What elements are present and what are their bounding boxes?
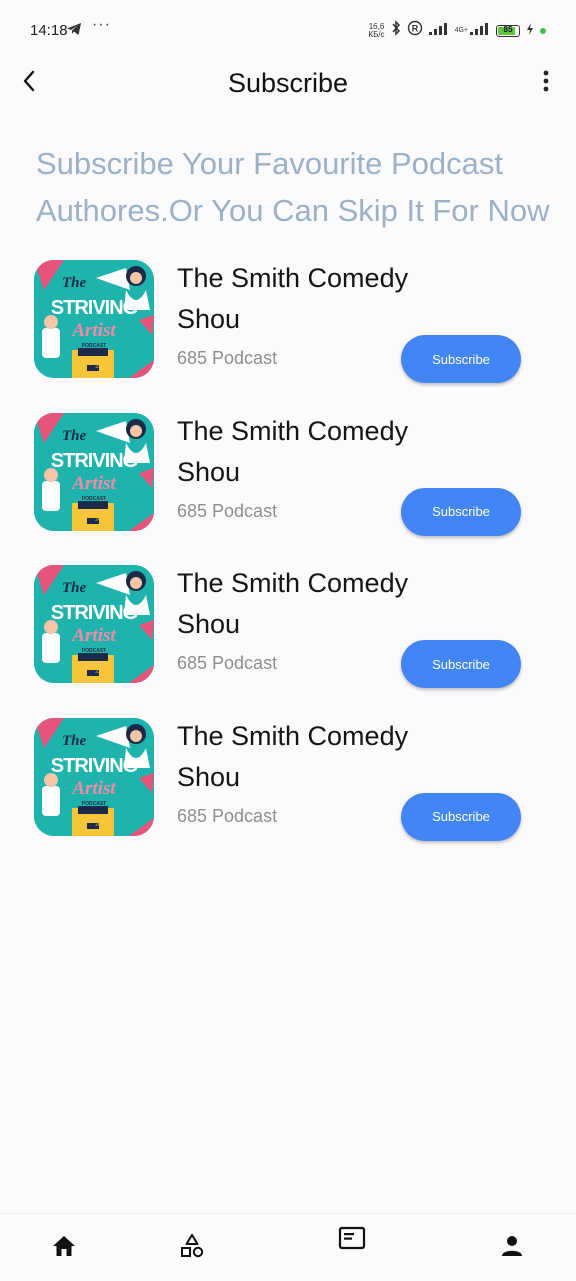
more-menu-button[interactable]: [534, 68, 558, 98]
podcast-cover-art: 23 The STRIVING Artist PODCAST: [34, 565, 154, 683]
cover-artist: Artist: [71, 320, 116, 341]
subscribe-button[interactable]: Subscribe: [401, 335, 521, 383]
podcast-cover-art: 24 The STRIVING Artist PODCAST: [34, 412, 154, 531]
net-speed: 16,6 КБ/с: [368, 22, 385, 39]
cover-podcast-label: PODCAST: [82, 648, 106, 654]
podcast-count: 685 Podcast: [177, 500, 278, 521]
podcast-cover-art: 23 The STRIVING Artist PODCAST: [34, 260, 154, 378]
home-icon: [52, 1235, 76, 1262]
cover-striving: STRIVING: [51, 602, 138, 624]
podcast-cover: 24 The STRIVING Artist PODCAST: [34, 717, 154, 836]
charging-icon: [526, 22, 534, 40]
podcast-cover-art: 24 The STRIVING Artist PODCAST: [34, 717, 154, 836]
subscribe-button[interactable]: Subscribe: [401, 640, 521, 688]
cover-episode: 24: [95, 517, 101, 523]
podcast-cover: 23 The STRIVING Artist PODCAST: [34, 260, 154, 378]
podcast-title-line-1: The Smith Comedy: [177, 263, 409, 293]
headline-line-1: Subscribe Your Favourite Podcast: [36, 146, 503, 181]
podcast-cover: 24 The STRIVING Artist PODCAST: [34, 412, 154, 531]
cover-episode: 23: [95, 669, 101, 675]
net-speed-unit: КБ/с: [368, 29, 385, 39]
cover-podcast-label: PODCAST: [82, 343, 106, 349]
cover-artist: Artist: [71, 473, 116, 494]
cover-the: The: [62, 733, 87, 749]
subscribe-button[interactable]: Subscribe: [401, 792, 521, 841]
status-bar: 14:18 ··· 16,6 КБ/с R 4G+ 85: [0, 0, 576, 62]
more-dots-icon: ···: [92, 16, 111, 33]
cover-striving: STRIVING: [51, 297, 138, 319]
podcast-count: 685 Podcast: [177, 653, 278, 673]
article-icon: [338, 1226, 366, 1255]
cover-the: The: [62, 275, 87, 291]
privacy-dot: [540, 27, 546, 34]
podcast-item-1[interactable]: 23 The STRIVING Artist PODCAST The Smith…: [0, 258, 576, 383]
cover-episode: 23: [95, 364, 101, 370]
podcast-title: The Smith Comedy Shou: [177, 411, 467, 493]
podcast-item-3[interactable]: 23 The STRIVING Artist PODCAST The Smith…: [0, 563, 576, 688]
cover-striving: STRIVING: [51, 755, 138, 777]
podcast-title-line-2: Shou: [177, 304, 241, 334]
cover-artist: Artist: [71, 625, 116, 646]
podcast-title: The Smith Comedy Shou: [177, 716, 467, 798]
registered-icon: R: [407, 20, 423, 41]
podcast-title-line-2: Shou: [177, 609, 241, 639]
subscribe-button[interactable]: Subscribe: [401, 487, 521, 536]
podcast-title-line-1: The Smith Comedy: [177, 415, 409, 446]
network-type: 4G+: [454, 27, 468, 34]
cover-striving: STRIVING: [51, 450, 138, 472]
podcast-cover: 23 The STRIVING Artist PODCAST: [34, 565, 154, 683]
telegram-icon: [66, 22, 82, 41]
svg-text:R: R: [411, 24, 418, 34]
cover-podcast-label: PODCAST: [82, 496, 106, 502]
headline-line-2: Authores.Or You Can Skip It For Now: [36, 193, 550, 228]
cover-the: The: [62, 428, 87, 444]
podcast-title: The Smith Comedy Shou: [177, 563, 467, 645]
signal-icon: [470, 22, 490, 40]
podcast-count: 685 Podcast: [177, 805, 278, 826]
status-icons: 16,6 КБ/с R 4G+ 85: [368, 20, 546, 41]
podcast-title: The Smith Comedy Shou: [177, 258, 467, 340]
nav-home[interactable]: [48, 1232, 80, 1264]
podcast-count: 685 Podcast: [177, 348, 278, 368]
podcast-title-line-1: The Smith Comedy: [177, 568, 409, 598]
cover-episode: 24: [95, 822, 101, 828]
podcast-item-2[interactable]: 24 The STRIVING Artist PODCAST The Smith…: [0, 411, 576, 536]
app-bar: Subscribe: [0, 62, 576, 106]
person-icon: [501, 1235, 523, 1262]
nav-articles[interactable]: [336, 1224, 368, 1256]
nav-categories[interactable]: [176, 1232, 208, 1264]
bottom-nav: [0, 1213, 576, 1281]
cover-artist: Artist: [71, 778, 116, 799]
shapes-icon: [179, 1233, 205, 1264]
headline: Subscribe Your Favourite Podcast Authore…: [36, 140, 576, 234]
podcast-title-line-2: Shou: [177, 761, 241, 792]
cover-podcast-label: PODCAST: [82, 801, 106, 807]
battery-icon: 85: [496, 24, 520, 37]
podcast-title-line-1: The Smith Comedy: [177, 720, 409, 751]
page-title: Subscribe: [227, 68, 349, 98]
podcast-title-line-2: Shou: [177, 456, 241, 487]
more-vertical-icon: [543, 70, 549, 97]
nav-profile[interactable]: [496, 1232, 528, 1264]
podcast-item-4[interactable]: 24 The STRIVING Artist PODCAST The Smith…: [0, 716, 576, 841]
battery-percent: 85: [503, 24, 513, 34]
bluetooth-icon: [391, 20, 401, 41]
signal-icon: [428, 22, 449, 40]
status-time: 14:18: [30, 22, 68, 39]
cover-the: The: [62, 580, 87, 596]
